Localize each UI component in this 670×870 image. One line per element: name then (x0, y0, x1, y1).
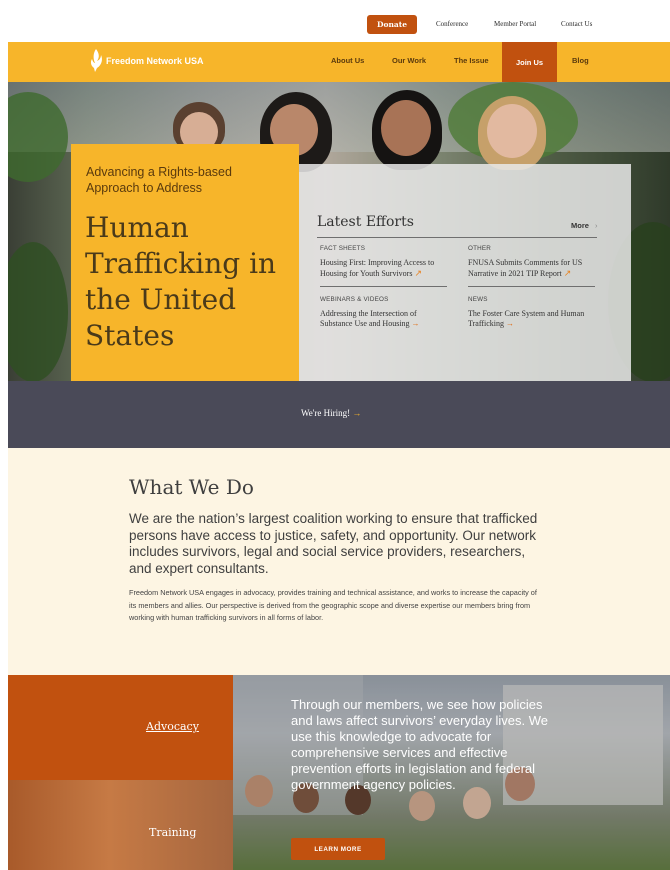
tab-advocacy-label[interactable]: Advocacy (146, 720, 199, 733)
hiring-link[interactable]: We're Hiring! → (301, 408, 361, 418)
nav-our-work[interactable]: Our Work (392, 56, 426, 65)
tab-training[interactable]: Training (8, 780, 233, 870)
member-portal-link[interactable]: Member Portal (494, 20, 536, 28)
section-title: What We Do (129, 475, 254, 499)
main-nav: Freedom Network USA About Us Our Work Th… (8, 42, 670, 82)
divider (320, 286, 447, 287)
hero-section: Advancing a Rights-based Approach to Add… (8, 82, 670, 381)
effort-link[interactable]: The Foster Care System and Human Traffic… (468, 309, 598, 329)
latest-efforts-panel: Latest Efforts More › FACT SHEETS Housin… (299, 164, 631, 381)
what-we-do-section: What We Do We are the nation’s largest c… (8, 448, 670, 675)
advocacy-photo: Through our members, we see how policies… (233, 675, 670, 870)
person-photo (381, 100, 431, 156)
logo-text[interactable]: Freedom Network USA (106, 56, 204, 66)
arrow-right-icon: → (352, 408, 362, 418)
nav-join-button[interactable]: Join Us (502, 42, 557, 82)
person-photo (487, 104, 537, 158)
category-label: WEBINARS & VIDEOS (320, 296, 389, 303)
nav-about[interactable]: About Us (331, 56, 364, 65)
effort-link-text[interactable]: Addressing the Intersection of Substance… (320, 309, 417, 328)
hiring-text[interactable]: We're Hiring! (301, 408, 350, 418)
effort-link[interactable]: FNUSA Submits Comments for US Narrative … (468, 258, 598, 279)
plant-decoration (8, 242, 68, 381)
chevron-right-icon[interactable]: › (595, 221, 598, 230)
advocacy-text: Through our members, we see how policies… (291, 697, 548, 792)
category-label: FACT SHEETS (320, 245, 366, 252)
hiring-banner: We're Hiring! → (8, 381, 670, 448)
tab-advocacy[interactable]: Advocacy (8, 675, 233, 780)
effort-link[interactable]: Addressing the Intersection of Substance… (320, 309, 450, 329)
external-link-icon: ↗ (414, 268, 423, 278)
latest-efforts-title: Latest Efforts (317, 214, 414, 230)
arrow-right-icon: → (411, 319, 420, 328)
divider (317, 237, 597, 238)
work-panels: Advocacy Training Through our members, w… (8, 675, 670, 870)
contact-link[interactable]: Contact Us (561, 20, 592, 28)
learn-more-button[interactable]: LEARN MORE (291, 838, 385, 860)
utility-bar: Donate Conference Member Portal Contact … (0, 0, 670, 42)
section-lead: We are the nation’s largest coalition wo… (129, 511, 538, 576)
hero-kicker: Advancing a Rights-based Approach to Add… (86, 165, 232, 195)
arrow-right-icon: → (506, 319, 514, 328)
more-link[interactable]: More (571, 221, 589, 230)
section-body: Freedom Network USA engages in advocacy,… (129, 588, 537, 622)
donate-button[interactable]: Donate (367, 15, 417, 34)
category-label: NEWS (468, 296, 488, 303)
effort-link-text[interactable]: The Foster Care System and Human Traffic… (468, 309, 584, 328)
flame-logo-icon[interactable] (88, 48, 104, 74)
hero-title: Human Trafficking in the United States (85, 211, 277, 352)
conference-link[interactable]: Conference (436, 20, 468, 28)
effort-link[interactable]: Housing First: Improving Access to Housi… (320, 258, 450, 279)
nav-the-issue[interactable]: The Issue (454, 56, 489, 65)
hero-title-card: Advancing a Rights-based Approach to Add… (71, 144, 299, 381)
divider (468, 286, 595, 287)
nav-blog[interactable]: Blog (572, 56, 589, 65)
tab-training-label[interactable]: Training (149, 826, 196, 839)
external-link-icon: ↗ (563, 268, 572, 278)
category-label: OTHER (468, 245, 492, 252)
